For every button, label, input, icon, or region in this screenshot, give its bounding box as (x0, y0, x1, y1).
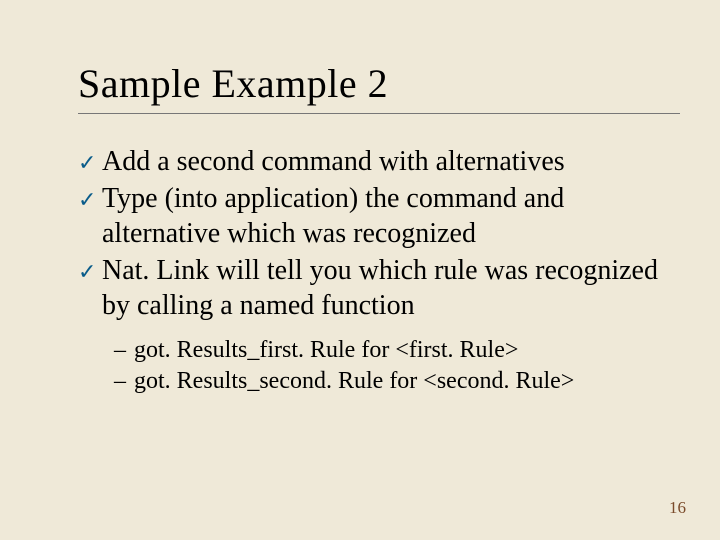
slide: Sample Example 2 ✓ Add a second command … (0, 0, 720, 540)
page-number: 16 (669, 498, 686, 518)
sub-bullet-list: – got. Results_first. Rule for <first. R… (114, 335, 680, 397)
title-divider (78, 113, 680, 114)
sub-bullet-item: – got. Results_first. Rule for <first. R… (114, 335, 680, 366)
bullet-item: ✓ Type (into application) the command an… (78, 181, 680, 251)
bullet-list: ✓ Add a second command with alternatives… (78, 144, 680, 397)
sub-bullet-text: got. Results_second. Rule for <second. R… (134, 366, 574, 397)
dash-icon: – (114, 335, 134, 366)
dash-icon: – (114, 366, 134, 397)
bullet-text: Add a second command with alternatives (102, 144, 680, 179)
bullet-item: ✓ Add a second command with alternatives (78, 144, 680, 179)
sub-bullet-text: got. Results_first. Rule for <first. Rul… (134, 335, 518, 366)
checkmark-icon: ✓ (78, 144, 102, 179)
sub-bullet-item: – got. Results_second. Rule for <second.… (114, 366, 680, 397)
checkmark-icon: ✓ (78, 181, 102, 216)
bullet-item: ✓ Nat. Link will tell you which rule was… (78, 253, 680, 323)
content-frame: Sample Example 2 ✓ Add a second command … (78, 60, 680, 397)
bullet-text: Type (into application) the command and … (102, 181, 680, 251)
slide-title: Sample Example 2 (78, 60, 680, 107)
checkmark-icon: ✓ (78, 253, 102, 288)
bullet-text: Nat. Link will tell you which rule was r… (102, 253, 680, 323)
